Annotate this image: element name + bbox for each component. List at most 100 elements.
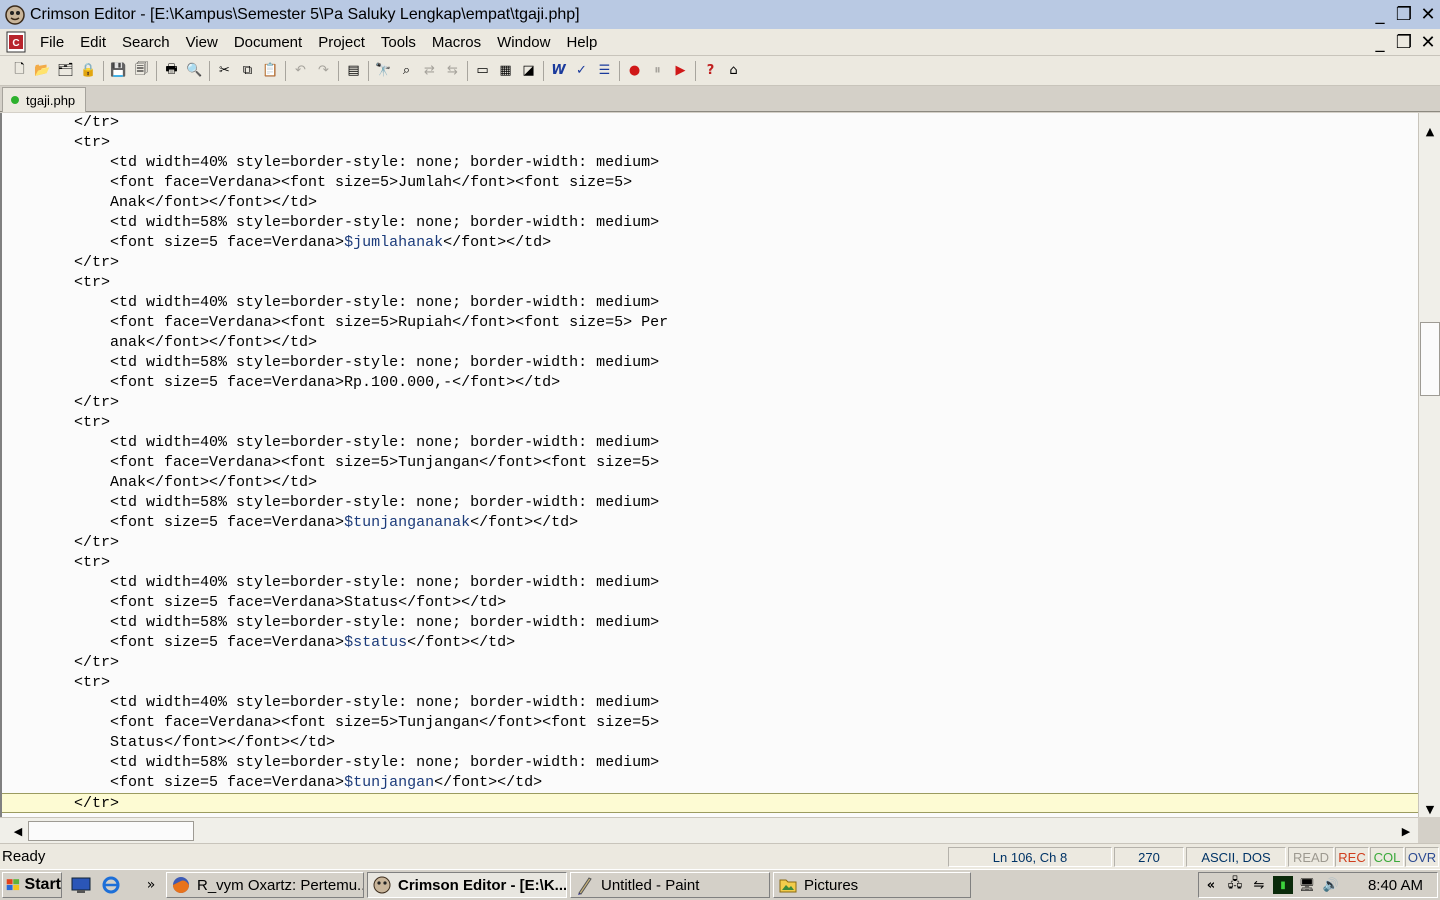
menu-view[interactable]: View	[178, 29, 226, 56]
code-line[interactable]: Anak</font></font></td>	[2, 193, 1418, 213]
code-line[interactable]: <font size=5 face=Verdana>Rp.100.000,-</…	[2, 373, 1418, 393]
menu-document[interactable]: Document	[226, 29, 310, 56]
scroll-up-icon[interactable]: ▲	[1420, 121, 1440, 141]
find-in-files-icon[interactable]: ⇆	[441, 59, 464, 82]
task-paint[interactable]: Untitled - Paint	[570, 872, 770, 898]
find-icon[interactable]: 🔭	[372, 59, 395, 82]
spell-check-icon[interactable]: ✓	[570, 59, 593, 82]
document-icon[interactable]: C	[6, 31, 26, 53]
find-next-icon[interactable]: ⌕	[395, 59, 418, 82]
horizontal-scrollbar[interactable]: ◀ ▶	[0, 817, 1418, 843]
window-cascade-icon[interactable]: ▭	[471, 59, 494, 82]
code-line[interactable]: <tr>	[2, 553, 1418, 573]
menu-edit[interactable]: Edit	[72, 29, 114, 56]
internet-explorer-icon[interactable]	[100, 874, 122, 896]
code-line[interactable]: <td width=40% style=border-style: none; …	[2, 153, 1418, 173]
code-line[interactable]: <font face=Verdana><font size=5>Jumlah</…	[2, 173, 1418, 193]
show-desktop-icon[interactable]	[70, 874, 92, 896]
tray-chevron[interactable]: «	[1201, 876, 1221, 894]
open-project-icon[interactable]: 🗂	[54, 59, 77, 82]
code-line[interactable]: <tr>	[2, 673, 1418, 693]
paste-icon[interactable]: 📋	[259, 59, 282, 82]
code-line[interactable]: <td width=58% style=border-style: none; …	[2, 493, 1418, 513]
code-editor[interactable]: </tr> <tr> <td width=40% style=border-st…	[0, 113, 1418, 817]
task-pictures[interactable]: Pictures	[773, 872, 971, 898]
macro-play-icon[interactable]: ▶	[669, 59, 692, 82]
replace-icon[interactable]: ⇄	[418, 59, 441, 82]
code-line[interactable]: <font face=Verdana><font size=5>Rupiah</…	[2, 313, 1418, 333]
menu-search[interactable]: Search	[114, 29, 178, 56]
open-folder-icon[interactable]: 📂	[31, 59, 54, 82]
vertical-scroll-thumb[interactable]	[1420, 322, 1440, 396]
code-line[interactable]: <td width=58% style=border-style: none; …	[2, 353, 1418, 373]
volume-icon[interactable]: 🔊	[1321, 876, 1341, 894]
code-line[interactable]: Anak</font></font></td>	[2, 473, 1418, 493]
code-line[interactable]: <font face=Verdana><font size=5>Tunjanga…	[2, 453, 1418, 473]
close-button[interactable]: ✕	[1416, 2, 1440, 26]
scroll-right-icon[interactable]: ▶	[1396, 821, 1416, 841]
menu-file[interactable]: File	[32, 29, 72, 56]
task-firefox[interactable]: R_vym Oxartz: Pertemu...	[166, 872, 364, 898]
line-numbers-icon[interactable]: ☰	[593, 59, 616, 82]
code-line[interactable]: </tr>	[2, 653, 1418, 673]
home-icon[interactable]: ⌂	[722, 59, 745, 82]
task-manager-tray-icon[interactable]: ▮	[1273, 876, 1293, 894]
code-line[interactable]: <td width=40% style=border-style: none; …	[2, 693, 1418, 713]
code-line[interactable]: <td width=58% style=border-style: none; …	[2, 613, 1418, 633]
macro-pause-icon[interactable]: ⏸	[646, 59, 669, 82]
code-line[interactable]: <font face=Verdana><font size=5>Tunjanga…	[2, 713, 1418, 733]
print-preview-icon[interactable]: 🔍	[183, 59, 206, 82]
macro-record-icon[interactable]: ●	[623, 59, 646, 82]
monitor-tray-icon[interactable]: 🖥	[1297, 876, 1317, 894]
code-line[interactable]: <font size=5 face=Verdana>$tunjangan</fo…	[2, 773, 1418, 793]
save-icon[interactable]: 💾	[107, 59, 130, 82]
vertical-scrollbar[interactable]: ▲ ▼	[1418, 113, 1440, 817]
undo-icon[interactable]: ↶	[289, 59, 312, 82]
open-remote-icon[interactable]: 🔒	[77, 59, 100, 82]
menu-help[interactable]: Help	[558, 29, 605, 56]
usb-tray-icon[interactable]: ⇋	[1249, 876, 1269, 894]
code-line[interactable]: <font size=5 face=Verdana>Status</font><…	[2, 593, 1418, 613]
menu-macros[interactable]: Macros	[424, 29, 489, 56]
menu-tools[interactable]: Tools	[373, 29, 424, 56]
code-line[interactable]: <font size=5 face=Verdana>$tunjangananak…	[2, 513, 1418, 533]
code-line[interactable]: <tr>	[2, 133, 1418, 153]
doc-minimize-button[interactable]: _	[1368, 30, 1392, 54]
tab-tgaji-php[interactable]: tgaji.php	[2, 87, 86, 112]
help-icon[interactable]: ?	[699, 59, 722, 82]
window-tile-icon[interactable]: ▦	[494, 59, 517, 82]
doc-close-button[interactable]: ✕	[1416, 30, 1440, 54]
code-line[interactable]: <tr>	[2, 413, 1418, 433]
quick-launch-chevron[interactable]: »	[140, 874, 162, 896]
doc-restore-button[interactable]: ❐	[1392, 30, 1416, 54]
restore-button[interactable]: ❐	[1392, 2, 1416, 26]
code-line[interactable]: <font size=5 face=Verdana>$jumlahanak</f…	[2, 233, 1418, 253]
window-switch-icon[interactable]: ◪	[517, 59, 540, 82]
word-wrap-icon[interactable]: W	[547, 59, 570, 82]
code-line[interactable]: <td width=40% style=border-style: none; …	[2, 293, 1418, 313]
code-line[interactable]: </tr>	[2, 393, 1418, 413]
redo-icon[interactable]: ↷	[312, 59, 335, 82]
select-all-icon[interactable]: ▤	[342, 59, 365, 82]
current-code-line[interactable]: </tr>	[2, 793, 1418, 813]
code-line[interactable]: </tr>	[2, 253, 1418, 273]
code-line[interactable]: <font size=5 face=Verdana>$status</font>…	[2, 633, 1418, 653]
new-file-icon[interactable]: 🗋	[8, 59, 31, 82]
start-button[interactable]: Start	[2, 872, 62, 898]
print-icon[interactable]: 🖶	[160, 59, 183, 82]
code-line[interactable]: <td width=58% style=border-style: none; …	[2, 213, 1418, 233]
code-line[interactable]: </tr>	[2, 113, 1418, 133]
menu-project[interactable]: Project	[310, 29, 373, 56]
code-line[interactable]: <td width=40% style=border-style: none; …	[2, 433, 1418, 453]
code-line[interactable]: <tr>	[2, 273, 1418, 293]
save-all-icon[interactable]: 🗐	[130, 59, 153, 82]
minimize-button[interactable]: _	[1368, 2, 1392, 26]
code-line[interactable]: <td width=58% style=border-style: none; …	[2, 753, 1418, 773]
scroll-left-icon[interactable]: ◀	[8, 821, 28, 841]
task-crimson-editor[interactable]: Crimson Editor - [E:\K...	[367, 872, 567, 898]
cut-icon[interactable]: ✂	[213, 59, 236, 82]
code-line[interactable]: <td width=40% style=border-style: none; …	[2, 573, 1418, 593]
horizontal-scroll-thumb[interactable]	[28, 821, 194, 841]
menu-window[interactable]: Window	[489, 29, 558, 56]
scroll-down-icon[interactable]: ▼	[1420, 799, 1440, 819]
